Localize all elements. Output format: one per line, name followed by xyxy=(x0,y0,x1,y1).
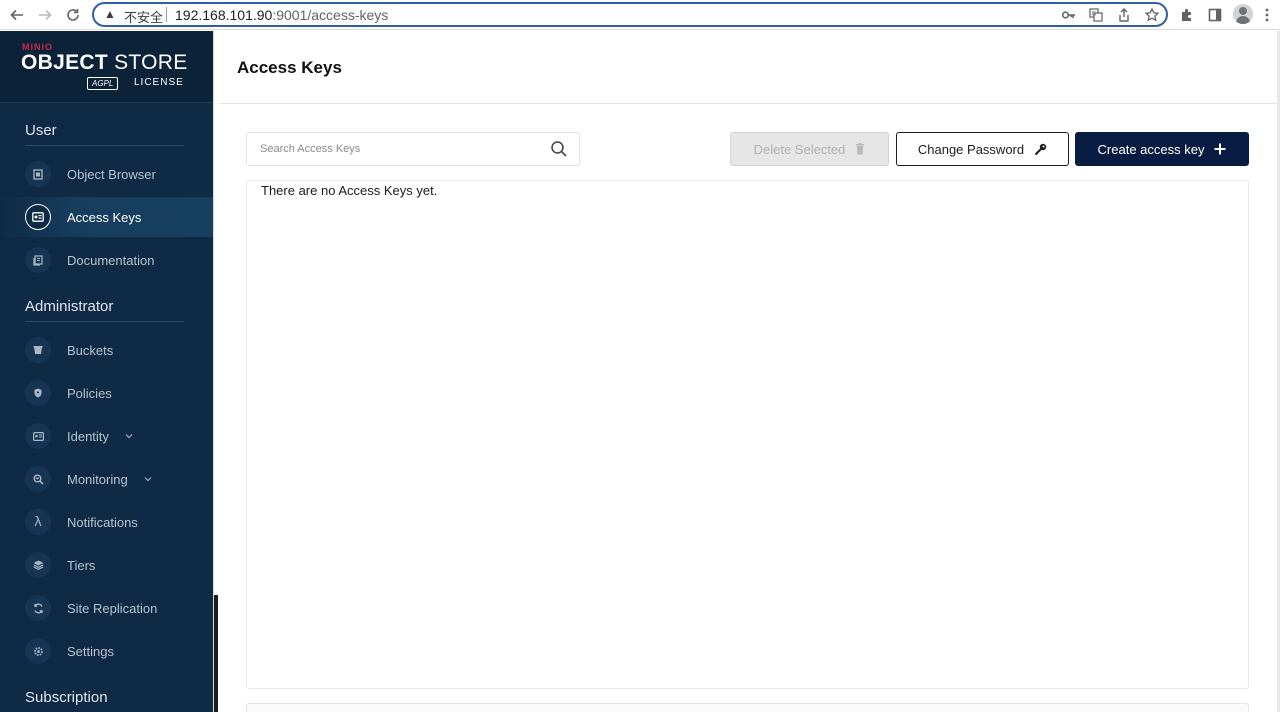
section-title-subscription: Subscription xyxy=(25,689,108,706)
url-text[interactable]: 192.168.101.90:9001/access-keys xyxy=(175,7,388,23)
url-host: 192.168.101.90 xyxy=(175,7,273,23)
documentation-icon xyxy=(25,247,51,273)
sidebar-item-label: Object Browser xyxy=(67,166,156,182)
search-input[interactable] xyxy=(260,141,540,157)
sidebar-item-label: Buckets xyxy=(67,342,114,358)
create-access-key-button[interactable]: Create access key xyxy=(1075,132,1249,166)
lambda-icon: λ xyxy=(25,509,51,535)
extensions-icon[interactable] xyxy=(1177,5,1197,25)
change-password-button[interactable]: Change Password xyxy=(896,132,1069,166)
brand-product-bold: OBJECT xyxy=(21,51,108,74)
address-bar[interactable]: ▲ 不安全 192.168.101.90:9001/access-keys G xyxy=(92,2,1168,27)
sidebar-item-notifications[interactable]: λ Notifications xyxy=(0,502,213,542)
section-divider xyxy=(25,145,184,146)
sidebar-scrollbar[interactable] xyxy=(213,31,218,712)
sidebar-item-label: Access Keys xyxy=(67,209,142,225)
sidebar-item-buckets[interactable]: Buckets xyxy=(0,330,213,370)
sidebar-item-policies[interactable]: Policies xyxy=(0,373,213,413)
section-divider xyxy=(25,321,184,322)
tiers-icon xyxy=(25,552,51,578)
scrollbar-thumb[interactable] xyxy=(214,595,218,712)
sidebar-item-label: Site Replication xyxy=(67,600,158,616)
settings-icon xyxy=(25,638,51,664)
brand-logo[interactable]: MINIO OBJECT STORE AGPL LICENSE xyxy=(0,31,213,103)
sidebar-item-object-browser[interactable]: Object Browser xyxy=(0,154,213,194)
divider xyxy=(166,7,167,22)
empty-state-message: There are no Access Keys yet. xyxy=(261,183,438,198)
section-title-administrator: Administrator xyxy=(25,298,114,315)
key-icon xyxy=(1034,143,1047,156)
site-replication-icon xyxy=(25,595,51,621)
sidebar-item-settings[interactable]: Settings xyxy=(0,631,213,671)
bookmark-star-icon[interactable] xyxy=(1144,7,1160,23)
sidebar-item-monitoring[interactable]: Monitoring xyxy=(0,459,213,499)
menu-kebab-icon[interactable] xyxy=(1261,5,1273,25)
sidebar-item-label: Documentation xyxy=(67,252,155,268)
side-panel-icon[interactable] xyxy=(1205,5,1225,25)
access-keys-list: There are no Access Keys yet. xyxy=(246,180,1249,689)
sidebar-item-access-keys[interactable]: Access Keys xyxy=(0,197,213,237)
brand-product: OBJECT STORE xyxy=(21,51,188,75)
policies-icon xyxy=(25,380,51,406)
sidebar-item-label: Identity xyxy=(67,428,109,444)
back-icon[interactable] xyxy=(7,5,27,25)
sidebar-item-label: Tiers xyxy=(67,557,96,573)
access-keys-icon xyxy=(25,204,51,230)
browser-toolbar: ▲ 不安全 192.168.101.90:9001/access-keys G xyxy=(0,0,1280,30)
search-icon[interactable] xyxy=(550,140,568,158)
section-title-user: User xyxy=(25,122,57,139)
page-header: Access Keys xyxy=(219,31,1278,104)
sidebar-item-label: Settings xyxy=(67,643,114,659)
delete-selected-label: Delete Selected xyxy=(753,141,846,157)
url-path: :9001/access-keys xyxy=(272,7,389,23)
share-icon[interactable] xyxy=(1116,7,1132,23)
trash-icon xyxy=(855,143,865,155)
reload-icon[interactable] xyxy=(63,5,83,25)
buckets-icon xyxy=(25,337,51,363)
license-badge: AGPL xyxy=(87,77,119,90)
sidebar-item-site-replication[interactable]: Site Replication xyxy=(0,588,213,628)
sidebar-item-documentation[interactable]: Documentation xyxy=(0,240,213,280)
create-access-key-label: Create access key xyxy=(1097,141,1205,157)
monitoring-icon xyxy=(25,466,51,492)
key-icon[interactable] xyxy=(1061,7,1077,23)
search-field[interactable] xyxy=(246,132,580,166)
translate-icon[interactable]: G xyxy=(1088,7,1104,23)
sidebar: MINIO OBJECT STORE AGPL LICENSE User Obj… xyxy=(0,31,213,712)
profile-avatar[interactable] xyxy=(1233,4,1253,24)
change-password-label: Change Password xyxy=(917,141,1025,157)
svg-text:G: G xyxy=(1092,11,1097,18)
sidebar-item-tiers[interactable]: Tiers xyxy=(0,545,213,585)
page-title: Access Keys xyxy=(237,58,342,77)
list-footer xyxy=(246,703,1249,712)
identity-icon xyxy=(25,423,51,449)
sidebar-item-label: Monitoring xyxy=(67,471,128,487)
delete-selected-button[interactable]: Delete Selected xyxy=(730,132,889,166)
forward-icon[interactable] xyxy=(35,5,55,25)
chevron-down-icon[interactable] xyxy=(144,474,152,485)
chevron-down-icon[interactable] xyxy=(125,431,133,442)
plus-icon xyxy=(1214,143,1226,155)
security-label[interactable]: 不安全 xyxy=(124,7,163,26)
sidebar-item-label: Notifications xyxy=(67,514,138,530)
license-label: LICENSE xyxy=(134,77,184,88)
object-browser-icon xyxy=(25,161,51,187)
sidebar-item-identity[interactable]: Identity xyxy=(0,416,213,456)
sidebar-item-label: Policies xyxy=(67,385,112,401)
brand-product-light: STORE xyxy=(107,51,188,74)
warning-icon[interactable]: ▲ xyxy=(104,7,116,21)
